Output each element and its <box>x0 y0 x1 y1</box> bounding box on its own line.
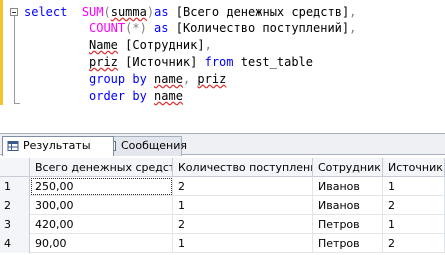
results-grid[interactable]: Всего денежных средств Количество поступ… <box>0 158 445 255</box>
grid-icon <box>7 141 19 151</box>
grid-cell[interactable]: 420,00 <box>30 215 173 234</box>
code-token: priz <box>197 72 227 86</box>
code-line: group by name, priz <box>89 71 226 87</box>
code-token: [Всего денежных средств] <box>168 5 350 19</box>
code-token: name <box>154 89 183 103</box>
code-token: [Источник] <box>117 55 205 69</box>
grid-cell[interactable]: 300,00 <box>30 196 173 215</box>
grid-header: Всего денежных средств Количество поступ… <box>0 158 445 177</box>
grid-cell[interactable]: Иванов <box>313 177 383 196</box>
column-header[interactable]: Количество поступлений <box>173 158 313 177</box>
code-token: order by <box>89 89 147 103</box>
code-token: group by <box>89 72 147 86</box>
code-line: order by name <box>89 88 183 104</box>
table-row[interactable]: 2 300,00 1 Иванов 2 <box>0 196 445 215</box>
grid-cell[interactable]: 90,00 <box>30 234 173 253</box>
column-header[interactable]: Всего денежных средств <box>30 158 173 177</box>
code-token: as <box>154 21 169 35</box>
grid-cell[interactable]: Иванов <box>313 196 383 215</box>
code-token: as <box>154 5 169 19</box>
row-number[interactable]: 3 <box>0 215 30 234</box>
row-number[interactable]: 2 <box>0 196 30 215</box>
code-token: (*) <box>125 21 147 35</box>
code-token: select <box>24 5 68 19</box>
fold-guide <box>14 16 20 104</box>
results-tab-bar: Сообщения Результаты <box>0 133 445 156</box>
change-marker <box>0 0 3 105</box>
grid-cell[interactable]: 1 <box>383 215 445 234</box>
grid-cell[interactable]: 1 <box>173 234 313 253</box>
column-header[interactable]: Источник <box>383 158 445 177</box>
grid-cell[interactable]: 1 <box>173 196 313 215</box>
code-token: Name <box>89 38 118 52</box>
row-header-corner <box>0 158 30 177</box>
grid-cell[interactable]: 250,00 <box>30 177 173 196</box>
column-header[interactable]: Сотрудник <box>313 158 383 177</box>
code-token: [Количество поступлений] <box>168 21 350 35</box>
table-row[interactable]: 1 250,00 2 Иванов 1 <box>0 177 445 196</box>
grid-cell[interactable]: Петров <box>313 234 383 253</box>
tab-label: Результаты <box>23 139 91 152</box>
code-token: COUNT <box>89 21 126 35</box>
row-number[interactable]: 1 <box>0 177 30 196</box>
table-row[interactable]: 4 90,00 1 Петров 2 <box>0 234 445 253</box>
grid-cell[interactable]: Петров <box>313 215 383 234</box>
code-line: select SUM(summa)as [Всего денежных сред… <box>24 4 356 20</box>
grid-cell[interactable]: 2 <box>383 234 445 253</box>
code-token: ( <box>103 5 111 19</box>
tab-results[interactable]: Результаты <box>2 136 114 156</box>
code-token: , <box>349 21 357 35</box>
code-token: , <box>349 5 357 19</box>
code-token: [Сотрудник] <box>117 38 205 52</box>
row-number[interactable]: 4 <box>0 234 30 253</box>
grid-cell[interactable]: 2 <box>173 215 313 234</box>
tab-label: Сообщения <box>121 139 188 152</box>
code-token: ) <box>146 5 155 19</box>
code-line: Name [Сотрудник], <box>89 37 212 53</box>
grid-cell[interactable]: 1 <box>383 177 445 196</box>
code-token: from <box>204 55 234 69</box>
code-line: COUNT(*) as [Количество поступлений], <box>89 20 356 36</box>
grid-cell[interactable]: 2 <box>383 196 445 215</box>
code-token: , <box>204 38 212 52</box>
code-token: test_table <box>233 55 313 69</box>
code-line: priz [Источник] from test_table <box>89 54 313 70</box>
collapse-icon[interactable] <box>10 8 18 16</box>
code-token: priz <box>89 55 118 69</box>
table-row[interactable]: 3 420,00 2 Петров 1 <box>0 215 445 234</box>
query-editor[interactable]: select SUM(summa)as [Всего денежных сред… <box>0 0 445 120</box>
code-token: SUM <box>81 5 104 19</box>
grid-cell[interactable]: 2 <box>173 177 313 196</box>
code-token: name <box>154 72 183 86</box>
code-token: summa <box>110 5 147 19</box>
